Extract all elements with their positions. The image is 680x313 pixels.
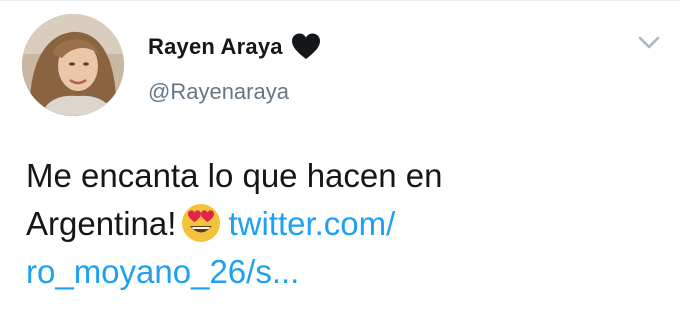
tweet-text: Me encanta lo que hacen en Argentina! tw… [26,152,646,296]
user-name-row: Rayen Araya [148,33,321,60]
user-handle[interactable]: @Rayenaraya [148,79,289,105]
tweet-text-line-1: Me encanta lo que hacen en [26,157,443,194]
tweet-text-argentina: Argentina! [26,205,177,242]
divider [0,0,680,1]
tweet-card: Rayen Araya @Rayenaraya Me encanta lo qu… [0,0,680,313]
avatar[interactable] [22,14,124,116]
black-heart-icon [291,33,321,60]
heart-eyes-emoji-icon [180,201,222,243]
chevron-down-icon[interactable] [636,34,662,52]
tweet-text-line-2: Argentina! twitter.com/ [26,200,646,248]
tweet-link-part-2[interactable]: ro_moyano_26/s... [26,253,299,290]
tweet-text-line-3: ro_moyano_26/s... [26,248,646,296]
display-name[interactable]: Rayen Araya [148,34,283,60]
avatar-photo-icon [22,14,124,116]
tweet-link-part-1[interactable]: twitter.com/ [228,205,395,242]
